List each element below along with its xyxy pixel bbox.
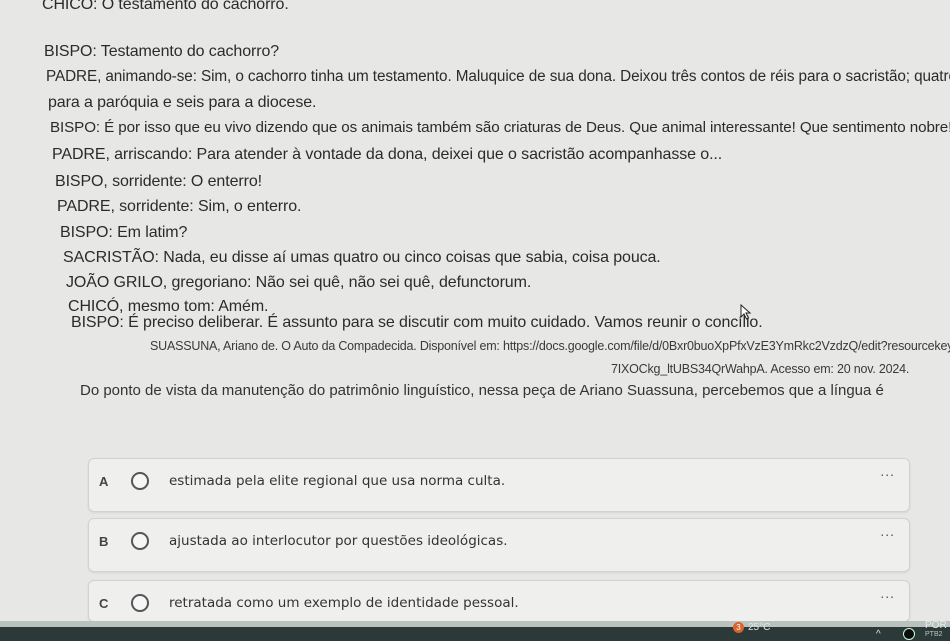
dialogue-line: BISPO: Testamento do cachorro?: [44, 43, 280, 60]
option-text: estimada pela elite regional que usa nor…: [169, 473, 506, 489]
dialogue-line: BISPO: É preciso deliberar. É assunto pa…: [71, 314, 763, 331]
option-a[interactable]: A estimada pela elite regional que usa n…: [88, 458, 910, 512]
input-language-layout: PTB2: [925, 631, 943, 638]
dialogue-line: PADRE, arriscando: Para atender à vontad…: [52, 146, 723, 163]
option-text: ajustada ao interlocutor por questões id…: [169, 533, 508, 549]
weather-badge[interactable]: 3: [733, 622, 744, 633]
more-options-icon[interactable]: ...: [880, 523, 895, 539]
dialogue-line: JOÃO GRILO, gregoriano: Não sei quê, não…: [66, 274, 532, 291]
input-language[interactable]: POR: [925, 621, 947, 631]
dialogue-line: BISPO: Em latim?: [60, 224, 188, 241]
dialogue-line: CHICO: O testamento do cachorro.: [42, 0, 289, 13]
option-letter: C: [99, 596, 109, 611]
dialogue-line: PADRE, animando-se: Sim, o cachorro tinh…: [46, 68, 950, 85]
option-b[interactable]: B ajustada ao interlocutor por questões …: [88, 518, 910, 572]
dialogue-line: SACRISTÃO: Nada, eu disse aí umas quatro…: [63, 249, 661, 266]
reference-line-1: SUASSUNA, Ariano de. O Auto da Compadeci…: [150, 339, 950, 353]
dialogue-line: PADRE, sorridente: Sim, o enterro.: [57, 198, 302, 215]
mouse-cursor-icon: [740, 304, 752, 320]
taskbar-strip: [0, 621, 950, 627]
dialogue-line: para a paróquia e seis para a diocese.: [48, 94, 317, 111]
question-stem: Do ponto de vista da manutenção do patri…: [80, 382, 884, 399]
weather-temperature[interactable]: 25°C: [748, 622, 770, 633]
option-text: retratada como um exemplo de identidade …: [169, 595, 519, 611]
cloud-icon[interactable]: [903, 628, 915, 640]
option-letter: B: [99, 534, 109, 549]
chevron-up-icon[interactable]: ^: [876, 629, 881, 640]
option-letter: A: [99, 474, 109, 489]
dialogue-line: BISPO, sorridente: O enterro!: [55, 173, 262, 190]
radio-button[interactable]: [131, 532, 149, 550]
reference-line-2: 7IXOCkg_ltUBS34QrWahpA. Acesso em: 20 no…: [611, 362, 910, 376]
option-c[interactable]: C retratada como um exemplo de identidad…: [88, 580, 910, 622]
dialogue-line: BISPO: É por isso que eu vivo dizendo qu…: [50, 119, 950, 136]
more-options-icon[interactable]: ...: [880, 463, 895, 479]
radio-button[interactable]: [131, 594, 149, 612]
taskbar: 3 25°C ^ POR PTB2: [0, 621, 950, 641]
more-options-icon[interactable]: ...: [880, 585, 895, 601]
radio-button[interactable]: [131, 472, 149, 490]
